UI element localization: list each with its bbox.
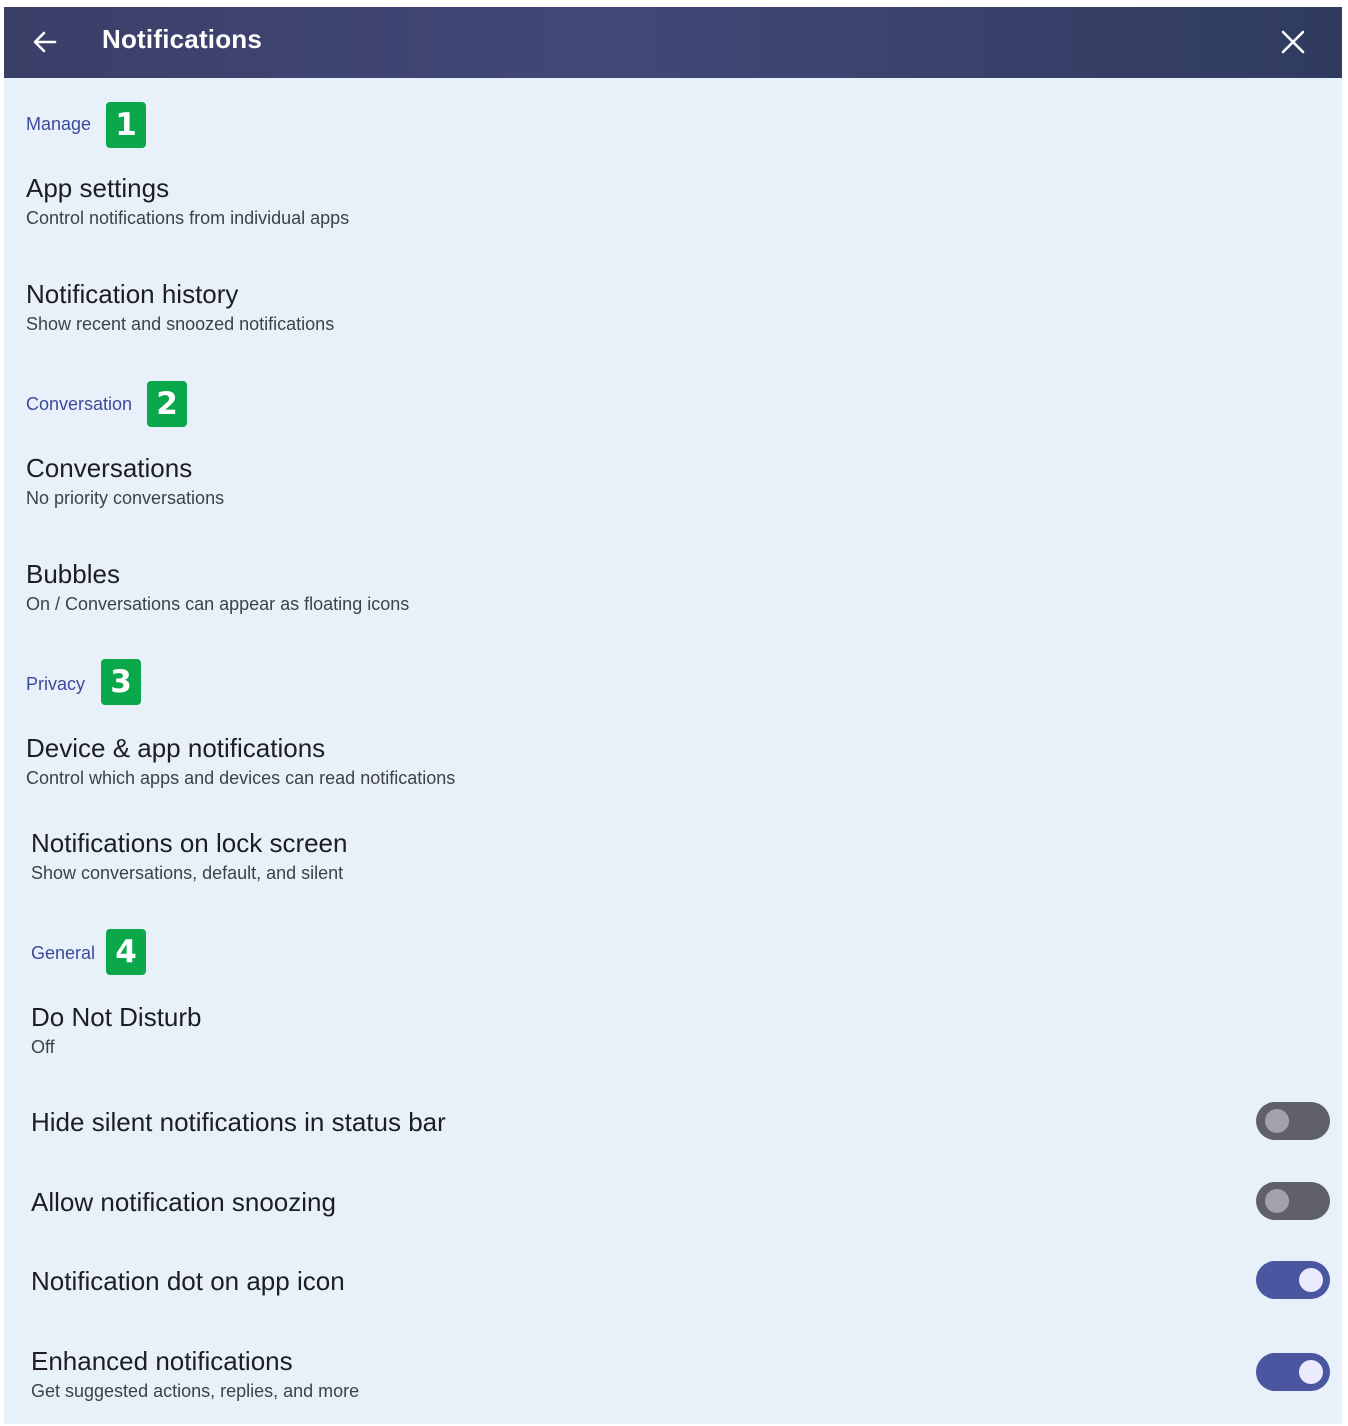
setting-title: Bubbles — [26, 559, 120, 589]
setting-title: Do Not Disturb — [31, 1002, 202, 1032]
setting-subtitle: On / Conversations can appear as floatin… — [26, 594, 410, 614]
section-label-manage: Manage — [26, 114, 92, 134]
toggle-knob — [1265, 1189, 1289, 1213]
notifications-settings-window: Notifications Manage 1 App settings Cont… — [4, 7, 1342, 1424]
setting-subtitle: Control notifications from individual ap… — [26, 208, 350, 228]
setting-hide-silent-notifications[interactable]: Hide silent notifications in status bar — [4, 1095, 1342, 1147]
setting-title: Notification history — [26, 279, 239, 309]
setting-notifications-on-lock-screen[interactable]: Notifications on lock screen Show conver… — [4, 820, 1342, 900]
arrow-left-icon — [33, 31, 57, 53]
section-label-general: General — [31, 943, 96, 963]
setting-bubbles[interactable]: Bubbles On / Conversations can appear as… — [4, 551, 1342, 631]
toggle-knob — [1265, 1109, 1289, 1133]
setting-title: Enhanced notifications — [31, 1346, 293, 1376]
setting-do-not-disturb[interactable]: Do Not Disturb Off — [4, 994, 1342, 1074]
setting-title: Notifications on lock screen — [31, 828, 348, 858]
setting-title: Allow notification snoozing — [31, 1187, 336, 1217]
section-number-badge: 1 — [106, 102, 146, 148]
setting-title: App settings — [26, 173, 170, 203]
setting-title: Hide silent notifications in status bar — [31, 1107, 446, 1137]
setting-title: Notification dot on app icon — [31, 1266, 345, 1296]
setting-subtitle: Get suggested actions, replies, and more — [31, 1381, 360, 1401]
allow-snoozing-toggle[interactable] — [1256, 1182, 1330, 1220]
section-number-badge: 2 — [147, 381, 187, 427]
enhanced-notifications-toggle[interactable] — [1256, 1353, 1330, 1391]
section-label-privacy: Privacy — [26, 674, 86, 694]
page-title: Notifications — [102, 24, 263, 54]
setting-device-app-notifications[interactable]: Device & app notifications Control which… — [4, 725, 1342, 805]
toggle-knob — [1299, 1268, 1323, 1292]
setting-subtitle: No priority conversations — [26, 488, 225, 508]
app-bar: Notifications — [4, 7, 1342, 78]
setting-notification-dot[interactable]: Notification dot on app icon — [4, 1254, 1342, 1306]
setting-subtitle: Show recent and snoozed notifications — [26, 314, 335, 334]
setting-conversations[interactable]: Conversations No priority conversations — [4, 445, 1342, 525]
setting-title: Device & app notifications — [26, 733, 326, 763]
section-number-badge: 3 — [101, 659, 141, 705]
setting-title: Conversations — [26, 453, 193, 483]
close-button[interactable] — [1272, 21, 1314, 63]
setting-subtitle: Control which apps and devices can read … — [26, 768, 456, 788]
back-button[interactable] — [24, 21, 66, 63]
toggle-knob — [1299, 1360, 1323, 1384]
setting-allow-notification-snoozing[interactable]: Allow notification snoozing — [4, 1175, 1342, 1227]
section-label-conversation: Conversation — [26, 394, 133, 414]
setting-app-settings[interactable]: App settings Control notifications from … — [4, 165, 1342, 245]
close-icon — [1281, 30, 1305, 54]
setting-subtitle: Show conversations, default, and silent — [31, 863, 344, 883]
notification-dot-toggle[interactable] — [1256, 1261, 1330, 1299]
setting-subtitle: Off — [31, 1037, 55, 1057]
section-number-badge: 4 — [106, 929, 146, 975]
setting-enhanced-notifications[interactable]: Enhanced notifications Get suggested act… — [4, 1338, 1342, 1418]
setting-notification-history[interactable]: Notification history Show recent and sno… — [4, 271, 1342, 351]
hide-silent-notifications-toggle[interactable] — [1256, 1102, 1330, 1140]
